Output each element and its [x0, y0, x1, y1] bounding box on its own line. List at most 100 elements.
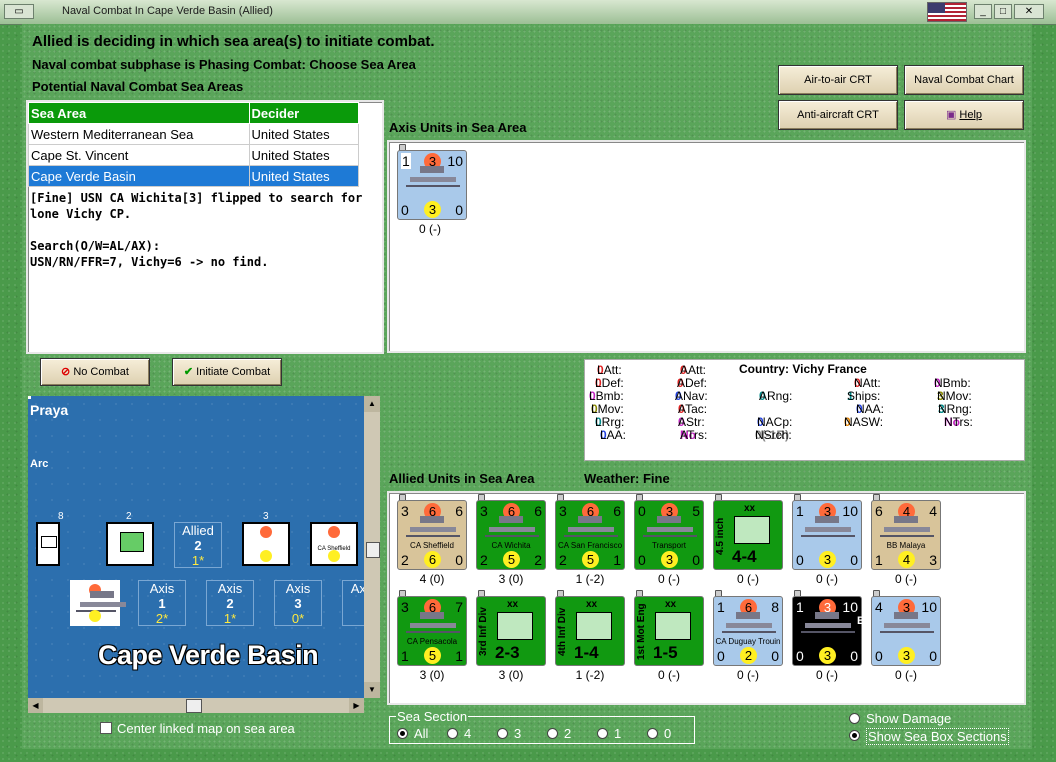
unit-status: 0 (-): [895, 572, 917, 586]
table-row[interactable]: Cape St. Vincent United States: [28, 144, 360, 166]
decider-cell: United States: [248, 165, 360, 187]
unit-name: 3rd Inf Div: [478, 607, 489, 657]
allied-land-counter[interactable]: 1st Mot Eng xx 1-5: [634, 596, 704, 666]
ship-silhouette-icon: [406, 516, 460, 537]
unit-bc: 4: [898, 551, 915, 568]
no-combat-button[interactable]: ⊘ No Combat: [40, 358, 150, 386]
axis-sea-box-3[interactable]: Axis 3 0*: [274, 580, 322, 626]
allied-land-counter[interactable]: 4.5 inch xx 4-4: [713, 500, 783, 570]
allied-ship-counter[interactable]: 0 3 5 Transport 0 3 0: [634, 500, 704, 570]
box-label: Allied: [182, 523, 214, 538]
unit-tl: 1: [796, 503, 804, 519]
stat-naa: NAA: 0: [856, 402, 884, 416]
unit-tr: 4: [929, 503, 937, 519]
box-label: Axis: [149, 581, 175, 596]
system-menu-button[interactable]: ▭: [4, 4, 34, 19]
stat-label: NBmb:: [934, 376, 971, 390]
allied-ship-counter[interactable]: 3 6 6 CA San Francisco 2 5 1: [555, 500, 625, 570]
naval-combat-chart-button[interactable]: Naval Combat Chart: [904, 65, 1024, 95]
section-radio-1[interactable]: [597, 728, 608, 739]
unit-br: 1: [613, 552, 621, 568]
ship-counter[interactable]: CA Sheffield: [310, 522, 358, 566]
axis-sea-box-4-partial[interactable]: Axis: [342, 580, 364, 626]
allied-ship-counter[interactable]: 4 3 10 0 3 0: [871, 596, 941, 666]
map-view[interactable]: Praya Arc Cape Verde Basin Allied 2 1* A…: [28, 396, 364, 698]
stat-ntrs: NTrs: No: [944, 415, 973, 429]
show-sea-box-sections-radio[interactable]: [849, 730, 860, 741]
allied-sea-box[interactable]: Allied 2 1*: [174, 522, 222, 568]
allied-ship-counter[interactable]: 1 3 10 0 3 0: [792, 500, 862, 570]
land-unit-counter[interactable]: 1-4: [106, 522, 154, 566]
allied-land-counter[interactable]: 4th Inf Div xx 1-4: [555, 596, 625, 666]
ship-counter[interactable]: CA Wichita: [242, 522, 290, 566]
center-map-checkbox[interactable]: [100, 722, 112, 734]
allied-ship-counter[interactable]: 3 6 6 CA Sheffield 2 6 0: [397, 500, 467, 570]
section-radio-4[interactable]: [447, 728, 458, 739]
sea-area-cell: Cape St. Vincent: [28, 144, 250, 166]
axis-units-panel: [387, 140, 1026, 353]
axis-sea-box-2[interactable]: Axis 2 1*: [206, 580, 254, 626]
allied-land-counter[interactable]: 3rd Inf Div xx 2-3: [476, 596, 546, 666]
table-row[interactable]: Western Mediterranean Sea United States: [28, 123, 360, 145]
allied-units-label: Allied Units in Sea Area: [389, 471, 535, 486]
ship-silhouette-icon: [880, 516, 934, 537]
stat-label: LRrg:: [595, 415, 625, 429]
stat-atrs: ATrs: No: [680, 428, 707, 442]
minimize-button[interactable]: _: [974, 4, 992, 19]
unit-status: 0 (-): [895, 668, 917, 682]
allied-ship-counter[interactable]: 1 6 8 CA Duguay Trouin 0 2 0: [713, 596, 783, 666]
table-row-selected[interactable]: Cape Verde Basin United States: [28, 165, 360, 187]
allied-ship-counter[interactable]: 3 6 7 CA Pensacola 1 5 1: [397, 596, 467, 666]
unit-status: 0 (-): [816, 572, 838, 586]
scroll-thumb[interactable]: [366, 542, 380, 558]
section-radio-0[interactable]: [647, 728, 658, 739]
status-line-1: Allied is deciding in which sea area(s) …: [32, 33, 435, 50]
air-to-air-crt-button[interactable]: Air-to-air CRT: [778, 65, 898, 95]
section-radio-3[interactable]: [497, 728, 508, 739]
attack-circle: [328, 526, 340, 538]
stat-label: ANav:: [675, 389, 708, 403]
allied-ship-counter[interactable]: 3 6 6 CA Wichita 2 5 2: [476, 500, 546, 570]
unit-size: xx: [507, 599, 519, 610]
section-radio-all[interactable]: [397, 728, 408, 739]
box-label: Axis: [350, 581, 364, 596]
close-button[interactable]: ✕: [1014, 4, 1044, 19]
allied-ship-counter[interactable]: 6 4 4 BB Malaya 1 4 3: [871, 500, 941, 570]
axis-ship-counter[interactable]: [70, 580, 126, 626]
land-unit-counter[interactable]: 1-5: [36, 522, 60, 566]
box-sub: 1*: [223, 611, 237, 626]
scroll-right-icon[interactable]: ▶: [349, 698, 364, 713]
unit-bc: 3: [819, 647, 836, 664]
initiate-combat-button[interactable]: ✔ Initiate Combat: [172, 358, 282, 386]
anti-aircraft-crt-button[interactable]: Anti-aircraft CRT: [778, 100, 898, 130]
stat-label: ATac:: [678, 402, 708, 416]
maximize-button[interactable]: □: [994, 4, 1012, 19]
section-label: 0: [664, 726, 672, 741]
show-sea-box-sections-label: Show Sea Box Sections: [866, 728, 1009, 745]
scroll-down-icon[interactable]: ▼: [364, 682, 380, 698]
scroll-up-icon[interactable]: ▲: [364, 396, 380, 412]
allied-ship-counter[interactable]: 1 3 10 BEL 0 3 0: [792, 596, 879, 666]
unit-bc: 3: [898, 647, 915, 664]
scroll-left-icon[interactable]: ◀: [28, 698, 43, 713]
scroll-thumb[interactable]: [186, 699, 202, 713]
stat-label: NRng:: [938, 402, 973, 416]
unit-tr: 10: [842, 599, 858, 615]
help-button[interactable]: ▣ Help: [904, 100, 1024, 130]
section-radio-2[interactable]: [547, 728, 558, 739]
unit-status: 1 (-2): [575, 668, 605, 682]
weather-label: Weather: Fine: [584, 471, 670, 486]
show-damage-radio[interactable]: [849, 713, 860, 724]
unit-tr: 10: [447, 153, 463, 169]
unit-bl: 0: [638, 552, 646, 568]
section-label: All: [414, 726, 429, 741]
unit-type-icon: [576, 612, 612, 640]
map-vertical-scrollbar[interactable]: ▲ ▼: [364, 396, 380, 698]
unit-bl: 2: [401, 552, 409, 568]
axis-sea-box-1[interactable]: Axis 1 2*: [138, 580, 186, 626]
map-horizontal-scrollbar[interactable]: ◀ ▶: [28, 698, 364, 713]
unit-bl: 1: [401, 648, 409, 664]
stat-lbmb: LBmb: 0: [589, 389, 624, 403]
stat-label: AStr:: [678, 415, 705, 429]
axis-unit-counter[interactable]: 1 3 10 0 3 0: [397, 150, 467, 220]
